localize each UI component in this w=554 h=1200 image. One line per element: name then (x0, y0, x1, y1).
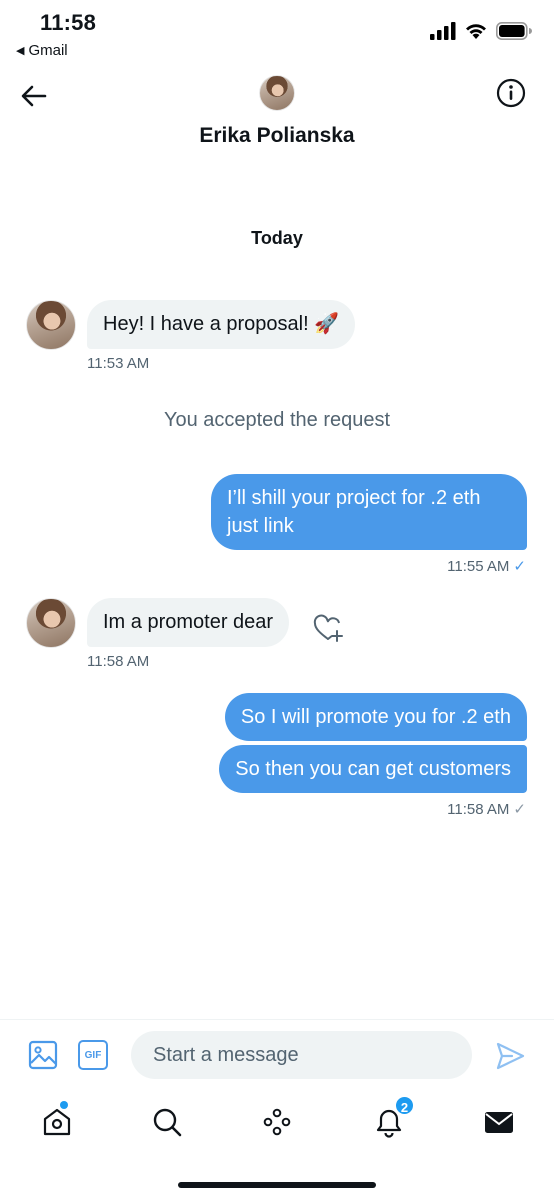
contact-name[interactable]: Erika Polianska (0, 124, 554, 148)
day-separator: Today (251, 228, 303, 248)
timestamp-text: 11:58 AM (87, 653, 150, 670)
timestamp-text: 11:55 AM (447, 558, 510, 575)
send-icon[interactable] (494, 1040, 526, 1072)
status-icons (430, 22, 532, 40)
sender-avatar-image (26, 598, 76, 648)
timestamp-text: 11:58 AM (447, 801, 510, 818)
sender-avatar-image (26, 300, 76, 350)
message-composer: GIF (0, 1019, 554, 1091)
outgoing-message[interactable]: So then you can get customers (219, 745, 527, 793)
contact-avatar[interactable] (259, 75, 295, 111)
envelope-icon (485, 1112, 513, 1133)
sender-avatar[interactable] (26, 300, 76, 350)
message-input[interactable] (131, 1031, 472, 1079)
info-icon[interactable] (496, 78, 526, 108)
home-icon (43, 1108, 71, 1136)
message-timestamp: 11:58 AM (87, 653, 149, 670)
status-time: 11:58 (40, 10, 97, 35)
conversation-header: Erika Polianska (0, 70, 554, 180)
back-to-app-link[interactable]: ◀ Gmail (16, 42, 68, 59)
home-unread-dot (60, 1101, 68, 1109)
image-upload-icon[interactable] (28, 1040, 58, 1070)
tab-messages[interactable] (482, 1105, 516, 1139)
message-timestamp: 11:55 AM ✓ (447, 557, 526, 575)
message-timestamp: 11:58 AM ✓ (447, 800, 526, 818)
tab-spaces[interactable] (260, 1105, 294, 1139)
tab-home[interactable] (40, 1101, 74, 1139)
spaces-icon (263, 1108, 291, 1136)
home-indicator (178, 1182, 376, 1188)
outgoing-message[interactable]: So I will promote you for .2 eth (224, 693, 527, 741)
gif-button[interactable]: GIF (78, 1040, 108, 1070)
message-timestamp: 11:53 AM (87, 355, 149, 372)
sender-avatar[interactable] (26, 598, 76, 648)
status-bar: 11:58 ◀ Gmail (0, 0, 554, 70)
system-note: You accepted the request (163, 409, 391, 431)
back-triangle-icon: ◀ (16, 45, 25, 57)
wifi-icon (466, 24, 486, 39)
back-app-label: Gmail (28, 42, 68, 59)
tab-notifications[interactable]: 2 (372, 1095, 415, 1139)
signal-icon (430, 22, 456, 40)
sent-check-icon: ✓ (513, 558, 526, 575)
timestamp-text: 11:53 AM (87, 355, 150, 372)
incoming-message[interactable]: Hey! I have a proposal! 🚀 (87, 300, 356, 349)
bottom-tab-bar: 2 (0, 1091, 554, 1155)
gif-label: GIF (84, 1049, 102, 1061)
add-reaction-heart-icon[interactable] (312, 613, 344, 645)
notification-count-badge: 2 (394, 1095, 415, 1116)
back-arrow-icon[interactable] (18, 80, 50, 112)
contact-avatar-image (259, 75, 295, 111)
outgoing-message[interactable]: I’ll shill your project for .2 eth just … (211, 474, 527, 550)
search-icon (153, 1108, 182, 1137)
sent-check-icon: ✓ (513, 801, 526, 818)
tab-search[interactable] (150, 1105, 184, 1139)
battery-icon (496, 22, 532, 40)
incoming-message[interactable]: Im a promoter dear (87, 598, 290, 647)
